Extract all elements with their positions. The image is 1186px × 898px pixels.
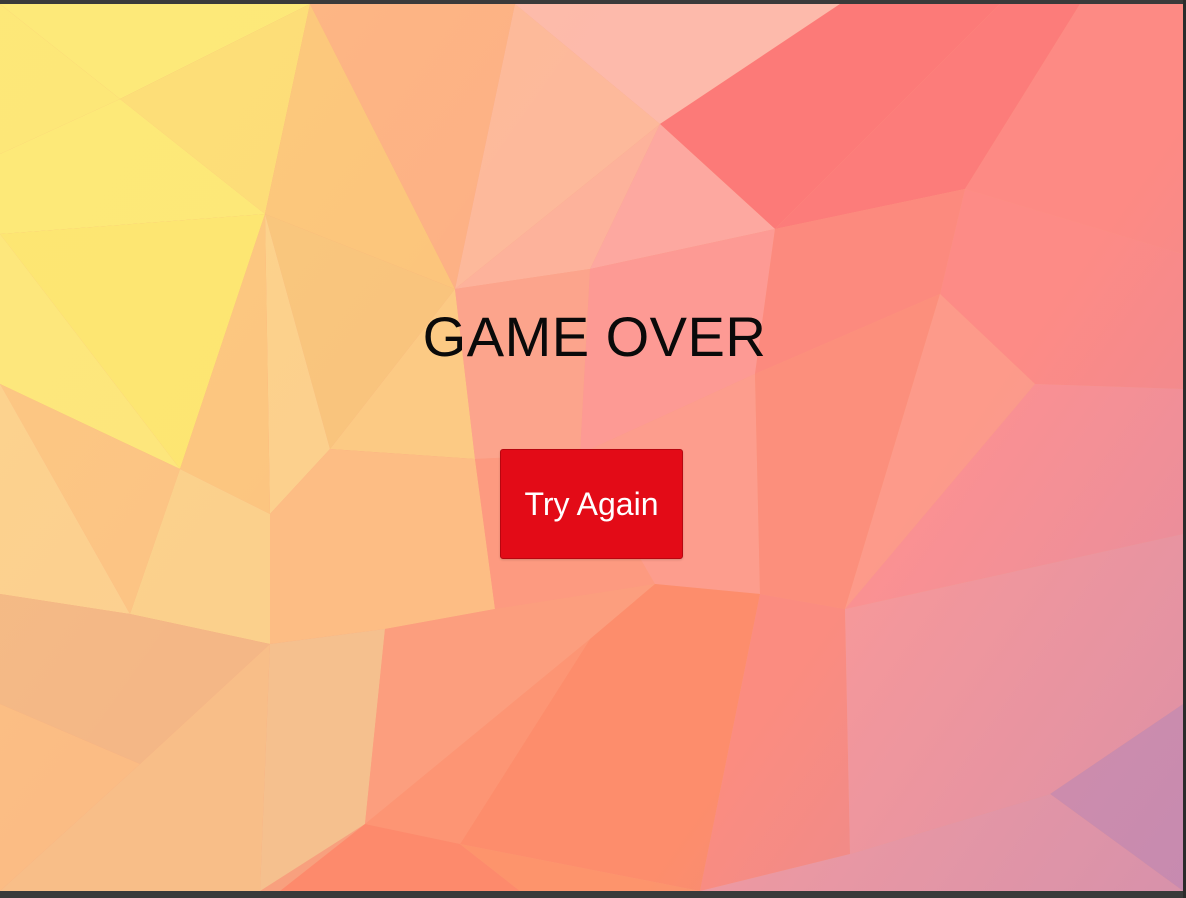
game-viewport: GAME OVER Try Again (0, 4, 1183, 891)
try-again-button[interactable]: Try Again (500, 449, 683, 559)
game-over-title: GAME OVER (422, 305, 767, 368)
low-poly-background (0, 4, 1183, 891)
